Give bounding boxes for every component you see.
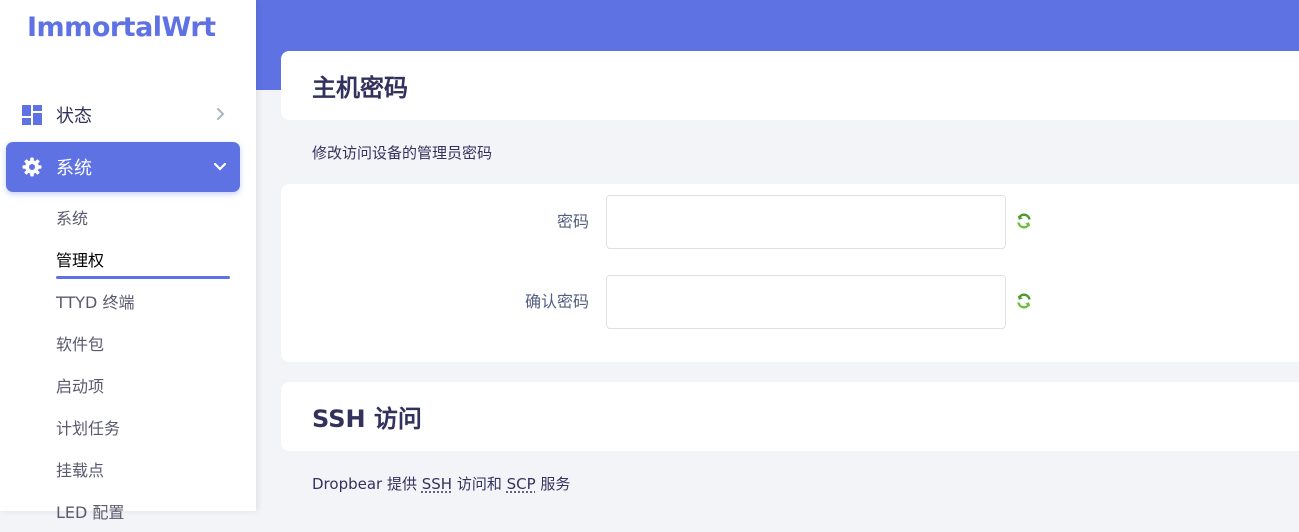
submenu-item-mount-points[interactable]: 挂载点	[56, 448, 232, 490]
submenu-item-led-config[interactable]: LED 配置	[56, 490, 232, 532]
chevron-right-icon	[212, 106, 228, 122]
password-form-card: 密码 确认密码	[281, 184, 1299, 362]
brand-logo[interactable]: ImmortalWrt	[27, 12, 216, 43]
submenu-item-startup[interactable]: 启动项	[56, 364, 232, 406]
reveal-password-icon[interactable]	[1016, 292, 1032, 310]
gear-icon	[22, 157, 42, 177]
section-description: Dropbear 提供 SSH 访问和 SCP 服务	[312, 473, 570, 494]
system-submenu: 系统 管理权 TTYD 终端 软件包 启动项 计划任务 挂载点 LED 配置	[56, 196, 232, 532]
submenu-item-packages[interactable]: 软件包	[56, 322, 232, 364]
desc-text: Dropbear 提供	[312, 475, 422, 493]
scp-abbr: SCP	[506, 475, 536, 493]
password-input[interactable]	[606, 195, 1006, 249]
section-title: SSH 访问	[312, 405, 422, 433]
desc-text: 服务	[535, 475, 571, 493]
chevron-down-icon	[212, 158, 228, 174]
confirm-password-input[interactable]	[606, 275, 1006, 329]
ssh-abbr: SSH	[421, 475, 453, 493]
ssh-section-header: SSH 访问	[281, 382, 1299, 451]
confirm-password-label: 确认密码	[524, 292, 589, 311]
menu-item-status[interactable]: 状态	[6, 90, 240, 140]
sidebar: ImmortalWrt 状态 系统 系统 管理权 TTYD 终端 软件包 启动项…	[0, 0, 256, 522]
reveal-password-icon[interactable]	[1016, 212, 1032, 230]
submenu-item-ttyd[interactable]: TTYD 终端	[56, 280, 232, 322]
menu-item-label: 状态	[56, 106, 92, 127]
password-label: 密码	[556, 212, 589, 231]
menu-item-label: 系统	[56, 158, 92, 179]
section-title: 主机密码	[312, 74, 408, 102]
submenu-item-administration[interactable]: 管理权	[56, 238, 232, 280]
section-description: 修改访问设备的管理员密码	[312, 144, 493, 162]
dashboard-icon	[22, 105, 42, 125]
menu-item-system[interactable]: 系统	[6, 142, 240, 192]
desc-text: 访问和	[452, 475, 507, 493]
submenu-item-system[interactable]: 系统	[56, 196, 232, 238]
submenu-item-scheduled-tasks[interactable]: 计划任务	[56, 406, 232, 448]
password-section-header: 主机密码	[281, 51, 1299, 120]
